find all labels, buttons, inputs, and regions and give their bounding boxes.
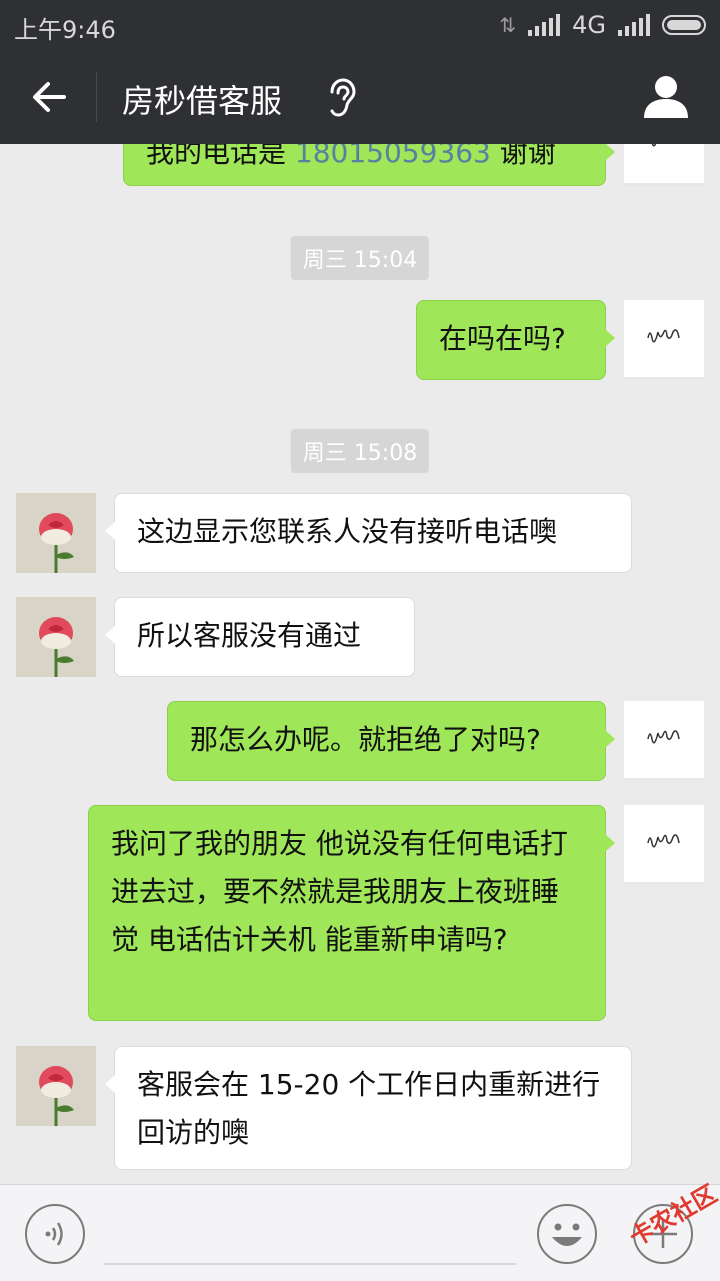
signature-avatar[interactable]: [624, 701, 704, 781]
message-bubble[interactable]: 客服会在 15-20 个工作日内重新进行回访的噢: [105, 1046, 632, 1170]
message-text: 我的电话是: [146, 144, 295, 169]
message-text: 客服会在 15-20 个工作日内重新进行回访的噢: [137, 1068, 601, 1149]
rose-avatar[interactable]: [16, 493, 96, 573]
battery-icon: [662, 15, 706, 35]
rose-icon: [16, 597, 96, 677]
back-arrow-icon[interactable]: [26, 74, 72, 120]
chat-area[interactable]: 我的电话是 18015059363 谢谢 周三 15:04 在吗在吗? 周三 1…: [0, 144, 720, 1184]
status-time: 上午9:46: [14, 16, 116, 44]
status-icons: ⇅ 4G: [499, 10, 706, 40]
message-bubble[interactable]: 这边显示您联系人没有接听电话噢: [105, 493, 632, 573]
rose-icon: [16, 493, 96, 573]
signal-icon: [528, 14, 561, 36]
input-bar: [0, 1184, 720, 1281]
message-text: 那怎么办呢。就拒绝了对吗?: [190, 723, 541, 756]
timestamp: 周三 15:04: [290, 236, 430, 280]
message-text: 这边显示您联系人没有接听电话噢: [137, 515, 558, 548]
message-input[interactable]: [104, 1263, 516, 1265]
signature-avatar[interactable]: [624, 300, 704, 380]
status-bar: 上午9:46 ⇅ 4G: [0, 0, 720, 50]
signature-avatar[interactable]: [624, 805, 704, 885]
message-text: 我问了我的朋友 他说没有任何电话打进去过，要不然就是我朋友上夜班睡觉 电话估计关…: [111, 827, 568, 956]
message-bubble[interactable]: 我问了我的朋友 他说没有任何电话打进去过，要不然就是我朋友上夜班睡觉 电话估计关…: [88, 805, 615, 1021]
signal-icon-2: [618, 14, 650, 36]
message-bubble[interactable]: 所以客服没有通过: [105, 597, 415, 677]
chat-title: 房秒借客服: [122, 82, 283, 120]
voice-icon[interactable]: [24, 1203, 86, 1265]
message-text: 谢谢: [490, 144, 556, 169]
ear-icon: [330, 78, 356, 117]
header-divider: [96, 72, 97, 122]
signature-avatar[interactable]: [624, 144, 704, 186]
data-arrows-icon: ⇅: [499, 13, 517, 37]
profile-icon[interactable]: [642, 72, 690, 120]
rose-avatar[interactable]: [16, 597, 96, 677]
network-type: 4G: [572, 11, 606, 39]
emoji-icon[interactable]: [536, 1203, 598, 1265]
message-bubble[interactable]: 我的电话是 18015059363 谢谢: [123, 144, 615, 186]
signature-icon: [647, 329, 680, 343]
signature-icon: [647, 730, 680, 744]
message-bubble[interactable]: 那怎么办呢。就拒绝了对吗?: [167, 701, 615, 781]
message-bubble[interactable]: 在吗在吗?: [416, 300, 615, 380]
message-text: 所以客服没有通过: [137, 619, 362, 652]
rose-icon: [16, 1046, 96, 1126]
message-text: 在吗在吗?: [439, 322, 566, 355]
chat-header: 房秒借客服: [0, 50, 720, 144]
signature-icon: [651, 144, 657, 147]
phone-link[interactable]: 18015059363: [295, 144, 491, 169]
timestamp: 周三 15:08: [290, 429, 430, 473]
rose-avatar[interactable]: [16, 1046, 96, 1126]
signature-icon: [647, 834, 680, 848]
